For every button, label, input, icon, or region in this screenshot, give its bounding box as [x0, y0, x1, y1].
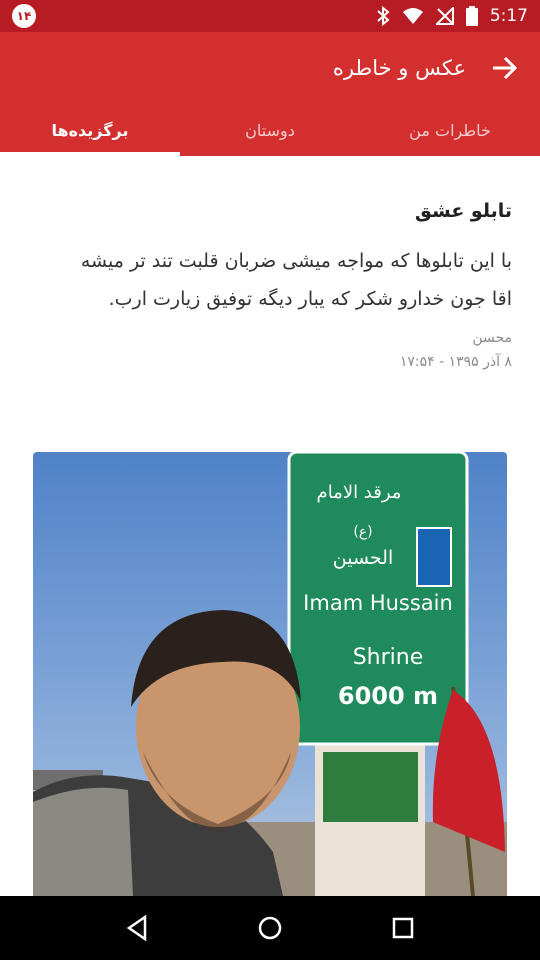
post-date: ۸ آذر ۱۳۹۵ - ۱۷:۵۴ — [399, 354, 512, 370]
back-arrow-icon[interactable] — [490, 54, 518, 82]
system-nav-bar — [0, 896, 540, 960]
wifi-icon — [402, 7, 424, 25]
sign-english-line-1: Imam Hussain — [303, 591, 453, 615]
battery-icon — [465, 6, 478, 26]
sign-arabic-line-2: (ع) — [353, 524, 372, 540]
nav-back-icon[interactable] — [117, 908, 157, 948]
sign-arabic-line-1: مرقد الامام — [317, 482, 402, 503]
sign-distance: 6000 m — [338, 682, 438, 710]
tab-featured[interactable]: برگزیده‌ها — [0, 104, 180, 156]
notification-badge: ۱۴ — [12, 4, 36, 28]
tab-friends[interactable]: دوستان — [180, 104, 360, 156]
sign-arabic-line-3: الحسين — [333, 547, 393, 569]
tab-bar: خاطرات من دوستان برگزیده‌ها — [0, 104, 540, 156]
nav-home-icon[interactable] — [250, 908, 290, 948]
post-body-line-2: اقا جون خدارو شکر که یبار دیگه توفیق زیا… — [108, 288, 512, 310]
post-card: تابلو عشق با این تابلوها که مواجه میشی ض… — [0, 156, 540, 896]
nav-recents-icon[interactable] — [383, 908, 423, 948]
clock-time: 5:17 — [489, 6, 528, 26]
post-title: تابلو عشق — [414, 200, 512, 222]
tab-my-memories[interactable]: خاطرات من — [360, 104, 540, 156]
post-photo[interactable]: مرقد الامام (ع) الحسين Imam Hussain Shri… — [33, 452, 507, 896]
app-title: عکس و خاطره — [332, 56, 466, 80]
app-bar: عکس و خاطره خاطرات من دوستان برگزیده‌ها — [0, 32, 540, 156]
status-bar: ۱۴ 5:17 — [0, 0, 540, 32]
sign-english-line-2: Shrine — [353, 645, 424, 670]
post-author: محسن — [472, 330, 512, 346]
post-body: با این تابلوها که مواجه میشی ضربان قلبت … — [28, 242, 512, 318]
status-icons: 5:17 — [376, 6, 528, 26]
bluetooth-icon — [376, 6, 390, 26]
no-signal-icon — [435, 7, 454, 25]
post-body-line-1: با این تابلوها که مواجه میشی ضربان قلبت … — [80, 250, 512, 272]
